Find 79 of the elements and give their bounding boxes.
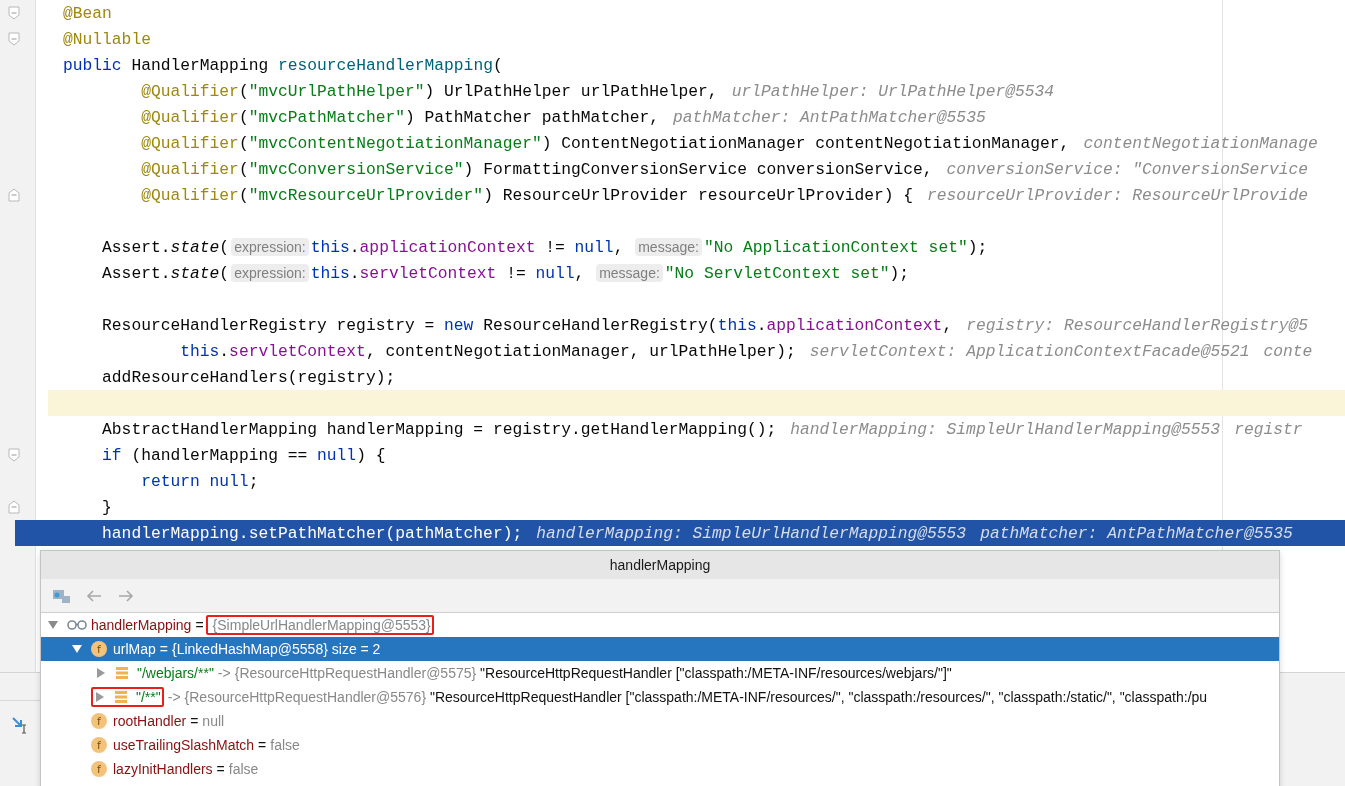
fold-marker-icon[interactable] [8, 6, 20, 20]
variable-name: lazyInitHandlers [113, 761, 213, 777]
code-text: "No ServletContext set"); [664, 263, 910, 283]
variable-name: handlerMapping [91, 617, 192, 633]
separator-text: = [258, 737, 267, 753]
code-text: addResourceHandlers(registry); [101, 367, 396, 387]
variable-value: {SimpleUrlHandlerMapping@5553} [212, 617, 431, 633]
code-text: this.servletContext, contentNegotiationManager, urlPathHelper); [179, 341, 796, 361]
code-text: ResourceHandlerRegistry registry = new ResourceHandlerRegistry(this.applicationContext, [101, 315, 953, 335]
separator-text: = [159, 641, 168, 657]
code-text: Assert.state( [101, 263, 230, 283]
code-text: "No ApplicationContext set"); [703, 237, 988, 257]
variable-value: {ResourceHttpRequestHandler@5576} "ResourceHttpRequestHandler ["classpath:/META-INF/resources/", "classpath:/resources/", "classpath:/static/", "classpath:/pu [184, 689, 1208, 705]
inlay-hint: conversionService: "ConversionService [946, 159, 1309, 179]
selected-tree-row[interactable]: f urlMap = {LinkedHashMap@5558} size = 2 [41, 637, 1279, 661]
parameter-hint: expression: [231, 238, 309, 256]
code-text: return null; [140, 471, 259, 491]
expand-arrow-icon[interactable] [71, 643, 83, 655]
map-key: "/**" [136, 689, 161, 705]
variable-value: {LinkedHashMap@5558} size = 2 [172, 641, 381, 657]
parameter-hint: message: [635, 238, 702, 256]
variable-name: urlMap [113, 641, 156, 657]
code-text: if (handlerMapping == null) { [101, 445, 386, 465]
entry-icon [114, 690, 128, 704]
code-text: public HandlerMapping resourceHandlerMapping( [63, 55, 503, 75]
expand-arrow-icon[interactable] [95, 667, 107, 679]
parameter-hint: message: [596, 264, 663, 282]
field-icon: f [91, 761, 107, 777]
field-icon: f [91, 641, 107, 657]
popup-title: handlerMapping [609, 557, 711, 573]
inlay-hint: urlPathHelper: UrlPathHelper@5534 [731, 81, 1055, 101]
variable-value: false [270, 737, 300, 753]
variable-value: {ResourceHttpRequestHandler@5575} "ResourceHttpRequestHandler ["classpath:/META-INF/resources/webjars/"]" [234, 665, 952, 681]
parameter-hint: expression: [231, 264, 309, 282]
fold-marker-icon[interactable] [8, 188, 20, 202]
fold-marker-icon[interactable] [8, 32, 20, 46]
fold-marker-icon[interactable] [8, 500, 20, 514]
variable-value: false [228, 761, 259, 777]
back-arrow-icon [85, 588, 103, 603]
inlay-hint: pathMatcher: AntPathMatcher@5535 [673, 107, 986, 127]
code-text: handlerMapping.setPathMatcher(pathMatcher); [101, 523, 523, 543]
entry-icon [115, 666, 129, 680]
inlay-hint: servletContext: ApplicationContextFacade@5521 [809, 341, 1250, 361]
code-text: @Qualifier("mvcContentNegotiationManager") ContentNegotiationManager contentNegotiationManager, [140, 133, 1070, 153]
map-key: "/webjars/**" [137, 665, 214, 681]
separator-text: = [190, 713, 199, 729]
separator-text: = [195, 617, 204, 633]
inlay-hint: registry: ResourceHandlerRegistry@5 [966, 315, 1309, 335]
inlay-hint: conte [1263, 341, 1313, 361]
glasses-icon [67, 620, 87, 630]
field-icon: f [91, 713, 107, 729]
variable-name: rootHandler [113, 713, 187, 729]
variable-name: useTrailingSlashMatch [113, 737, 255, 753]
code-text: @Qualifier("mvcResourceUrlProvider") ResourceUrlProvider resourceUrlProvider) { [140, 185, 914, 205]
expand-arrow-icon[interactable] [47, 619, 59, 631]
code-text: this.servletContext != null, [310, 263, 586, 283]
inlay-hint: resourceUrlProvider: ResourceUrlProvide [927, 185, 1309, 205]
inlay-hint: pathMatcher: AntPathMatcher@5535 [980, 523, 1293, 543]
separator-text: -> [167, 689, 181, 705]
inlay-hint: handlerMapping: SimpleUrlHandlerMapping@5553 [536, 523, 967, 543]
inlay-hint: registr [1234, 419, 1303, 439]
code-text: Assert.state( [101, 237, 230, 257]
code-text: this.applicationContext != null, [310, 237, 625, 257]
code-text: @Bean [63, 3, 112, 23]
code-text: AbstractHandlerMapping handlerMapping = registry.getHandlerMapping(); [101, 419, 777, 439]
code-text: } [101, 497, 112, 517]
code-text: @Qualifier("mvcConversionService") FormattingConversionService conversionService, [140, 159, 933, 179]
fold-marker-icon[interactable] [8, 448, 20, 462]
inlay-hint: handlerMapping: SimpleUrlHandlerMapping@5553 [790, 419, 1221, 439]
code-text: @Qualifier("mvcUrlPathHelper") UrlPathHelper urlPathHelper, [140, 81, 718, 101]
variable-value: null [202, 713, 225, 729]
code-text: @Qualifier("mvcPathMatcher") PathMatcher pathMatcher, [140, 107, 659, 127]
field-icon: f [91, 737, 107, 753]
inlay-hint: contentNegotiationManage [1083, 133, 1318, 153]
separator-text: -> [217, 665, 231, 681]
code-text: @Nullable [63, 29, 151, 49]
separator-text: = [216, 761, 225, 777]
forward-arrow-icon [117, 588, 135, 603]
expand-arrow-icon[interactable] [94, 691, 106, 703]
